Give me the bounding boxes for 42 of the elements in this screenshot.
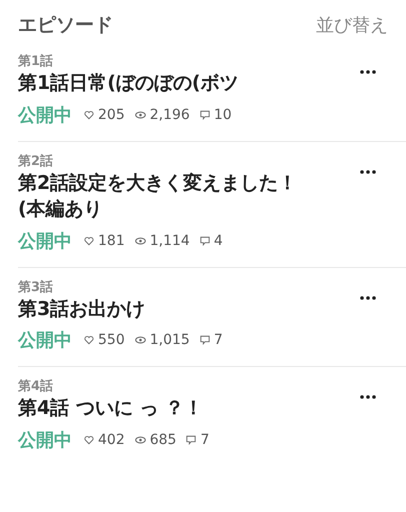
view-count: 2,196 — [150, 106, 190, 123]
like-count: 181 — [98, 232, 125, 249]
comment-icon — [200, 335, 210, 346]
episode-title[interactable]: 第3話お出かけ — [18, 296, 146, 322]
episode-title[interactable]: 第4話 ついに っ ？！ — [18, 395, 204, 422]
comment-count: 7 — [200, 432, 210, 448]
more-icon[interactable] — [360, 395, 376, 400]
more-icon[interactable] — [360, 296, 376, 300]
status-label: 公開中 — [18, 329, 72, 352]
view-count: 1,114 — [150, 232, 190, 249]
episode-title[interactable]: 第2話設定を大きく変えました！(本編あり — [18, 170, 318, 223]
heart-icon — [84, 434, 94, 445]
eye-icon — [134, 110, 146, 119]
eye-icon — [134, 236, 146, 245]
sort-link[interactable]: 並び替え — [316, 13, 388, 37]
episode-title[interactable]: 第1話日常(ぼのぼの(ボツ — [18, 70, 239, 97]
comment-icon — [200, 110, 210, 120]
heart-icon — [84, 236, 94, 246]
view-count: 685 — [150, 432, 176, 448]
episode-number: 第2話 — [18, 152, 54, 170]
comment-icon — [186, 434, 196, 445]
episode-number: 第3話 — [18, 278, 54, 296]
section-title: エピソード — [18, 13, 113, 38]
eye-icon — [134, 336, 146, 344]
view-count: 1,015 — [150, 332, 190, 348]
status-label: 公開中 — [18, 428, 72, 452]
comment-count: 10 — [214, 106, 232, 123]
like-count: 402 — [98, 432, 125, 448]
heart-icon — [84, 110, 94, 120]
status-label: 公開中 — [18, 104, 72, 127]
comment-icon — [200, 236, 210, 246]
like-count: 205 — [98, 106, 125, 123]
episode-number: 第1話 — [18, 53, 54, 70]
more-icon[interactable] — [360, 70, 376, 74]
status-label: 公開中 — [18, 230, 72, 253]
heart-icon — [84, 335, 94, 346]
comment-count: 7 — [214, 332, 223, 348]
more-icon[interactable] — [360, 170, 376, 174]
eye-icon — [134, 436, 146, 444]
comment-count: 4 — [214, 232, 223, 249]
episode-number: 第4話 — [18, 378, 54, 396]
like-count: 550 — [98, 332, 125, 348]
